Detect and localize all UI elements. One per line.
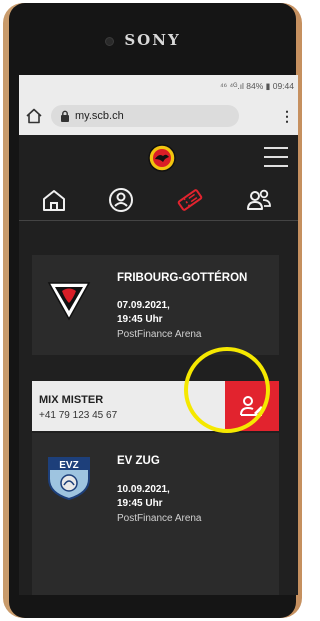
hamburger-menu-icon[interactable] — [264, 147, 288, 167]
game-card[interactable]: EVZ EV ZUG 10.09.2021, 19:45 Uhr PostFin… — [32, 433, 279, 595]
home-icon[interactable] — [40, 186, 68, 214]
status-text: ⁴⁶ ⁴ᴳ.ıl 84% ▮ 09:44 — [219, 81, 294, 91]
brand-logo: SONY — [124, 31, 181, 49]
status-bar: ⁴⁶ ⁴ᴳ.ıl 84% ▮ 09:44 — [19, 75, 298, 97]
contact-phone: +41 79 123 45 67 — [39, 410, 118, 421]
phone-screen: ⁴⁶ ⁴ᴳ.ıl 84% ▮ 09:44 my.scb.ch ⋮ FRIBOUR… — [19, 75, 298, 595]
game-card[interactable]: FRIBOURG-GOTTÉRON 07.09.2021, 19:45 Uhr … — [32, 255, 279, 355]
browser-url-bar: my.scb.ch ⋮ — [19, 97, 298, 135]
browser-menu-icon[interactable]: ⋮ — [280, 108, 294, 124]
svg-text:EVZ: EVZ — [59, 460, 78, 471]
contact-name: MIX MISTER — [39, 394, 104, 406]
community-icon[interactable] — [245, 186, 273, 214]
highlight-circle — [184, 347, 270, 433]
game-arena: PostFinance Arena — [117, 329, 202, 340]
front-camera — [105, 37, 114, 46]
team-name: EV ZUG — [117, 455, 160, 467]
lock-icon — [61, 110, 69, 122]
tickets-icon[interactable] — [176, 186, 204, 214]
profile-icon[interactable] — [107, 186, 135, 214]
fribourg-gotteron-logo — [47, 282, 91, 321]
team-name: FRIBOURG-GOTTÉRON — [117, 272, 248, 284]
home-icon[interactable] — [25, 107, 43, 125]
game-date: 07.09.2021, — [117, 300, 170, 311]
game-time: 19:45 Uhr — [117, 314, 163, 325]
game-arena: PostFinance Arena — [117, 513, 202, 524]
app-header — [19, 135, 298, 181]
url-text: my.scb.ch — [75, 110, 124, 122]
game-time: 19:45 Uhr — [117, 498, 163, 509]
ev-zug-logo: EVZ — [48, 457, 90, 501]
game-date: 10.09.2021, — [117, 484, 170, 495]
app-nav — [19, 181, 298, 221]
url-field[interactable]: my.scb.ch — [51, 105, 239, 127]
scb-logo[interactable] — [148, 144, 176, 172]
